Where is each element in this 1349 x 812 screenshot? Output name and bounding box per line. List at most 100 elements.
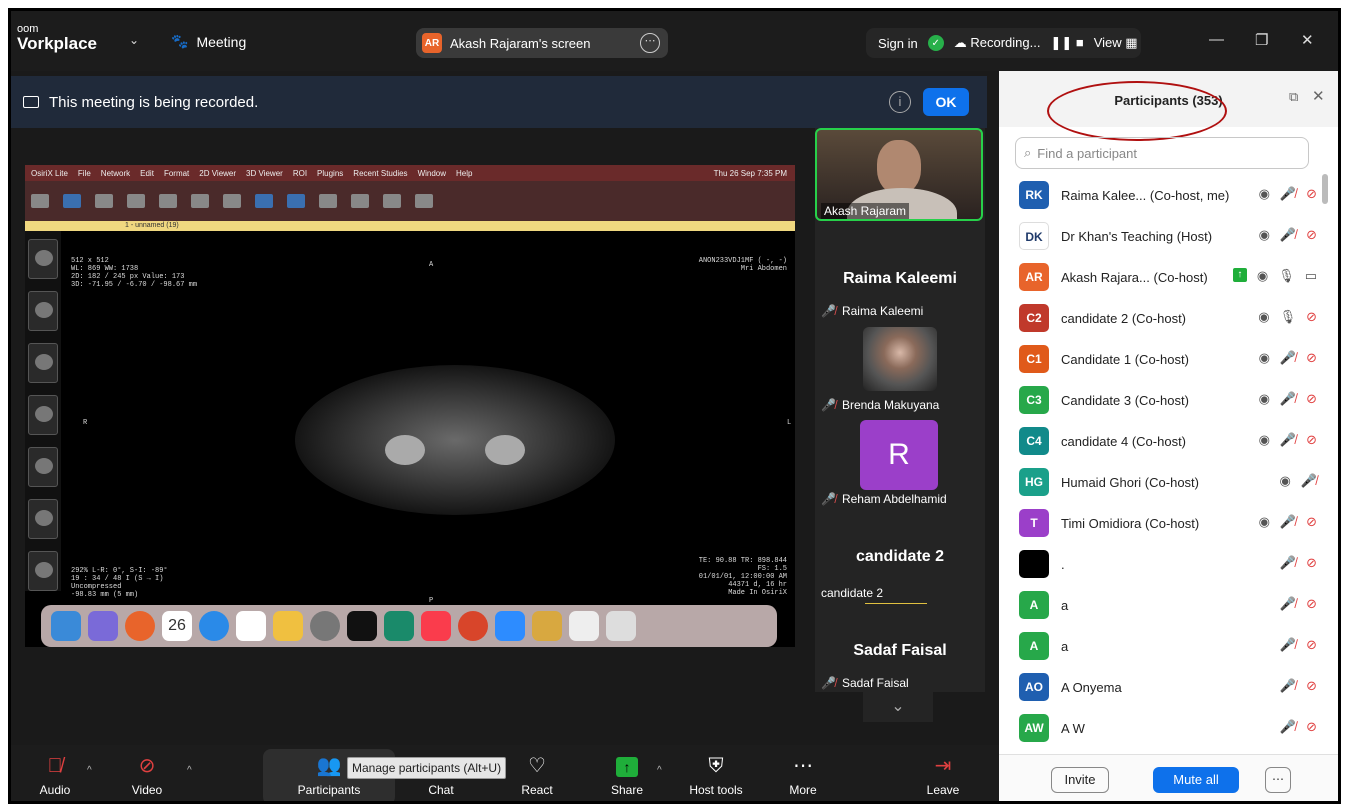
video-off-icon[interactable]: ⊘	[1306, 596, 1317, 612]
mic-muted-icon[interactable]: 🎤̸	[1280, 555, 1296, 571]
video-tile[interactable]: Akash Rajaram	[815, 128, 983, 221]
participant-name: A Onyema	[1061, 680, 1122, 695]
chat-button[interactable]: Chat	[421, 753, 461, 797]
participant-row[interactable]: C3 Candidate 3 (Co-host) ◉ 🎤̸ ⊘	[999, 379, 1329, 421]
toolbar-icon	[63, 194, 81, 208]
mute-all-button[interactable]: Mute all	[1153, 767, 1239, 793]
video-options-icon[interactable]: ^	[187, 765, 192, 776]
eye-icon[interactable]: ◉	[1259, 432, 1270, 448]
video-off-icon[interactable]: ⊘	[1306, 309, 1317, 325]
video-off-icon[interactable]: ⊘	[1306, 555, 1317, 571]
eye-icon[interactable]: ◉	[1259, 514, 1270, 530]
video-off-icon[interactable]: ⊘	[1306, 391, 1317, 407]
security-shield-icon[interactable]: ✓	[927, 35, 944, 51]
participant-row[interactable]: AW A W 🎤̸ ⊘	[999, 707, 1329, 749]
share-options-icon[interactable]: ^	[657, 765, 662, 776]
more-options-button[interactable]: ⋯	[1265, 767, 1291, 793]
participant-row[interactable]: AR Akash Rajara... (Co-host) ↑ ◉ 🎙 ▭	[999, 256, 1329, 298]
mic-muted-icon[interactable]: 🎤̸	[1280, 719, 1296, 735]
maximize-icon[interactable]: ❐	[1255, 31, 1268, 49]
notes-icon	[273, 611, 303, 641]
minimize-icon[interactable]: —	[1209, 31, 1224, 48]
gallery-scroll-down-icon[interactable]: ⌄	[863, 692, 933, 722]
video-off-icon[interactable]: ⊘	[1306, 678, 1317, 694]
video-off-icon[interactable]: ⊘	[1306, 719, 1317, 735]
react-button[interactable]: ♡ React	[515, 753, 559, 797]
mic-muted-icon[interactable]: 🎤̸	[1280, 227, 1296, 243]
participant-name: Candidate 3 (Co-host)	[1061, 393, 1189, 408]
participant-row[interactable]: C1 Candidate 1 (Co-host) ◉ 🎤̸ ⊘	[999, 338, 1329, 380]
host-tools-button[interactable]: ⛨ Host tools	[683, 753, 749, 797]
mic-icon[interactable]: 🎙	[1278, 268, 1295, 284]
video-off-icon[interactable]: ⊘	[1306, 350, 1317, 366]
mic-muted-icon[interactable]: 🎤̸	[1280, 678, 1296, 694]
recording-status[interactable]: ☁ Recording...	[954, 35, 1041, 51]
mic-icon[interactable]: 🎙	[1280, 309, 1297, 325]
view-button[interactable]: View ▦	[1094, 35, 1138, 51]
pop-out-icon[interactable]: ⧉	[1289, 89, 1298, 105]
chat-icon	[421, 753, 461, 779]
video-icon[interactable]: ▭	[1305, 268, 1317, 284]
chevron-down-icon[interactable]: ⌄	[129, 33, 139, 47]
eye-icon[interactable]: ◉	[1257, 268, 1268, 284]
leave-button[interactable]: ⇥ Leave	[923, 753, 963, 797]
video-off-icon[interactable]: ⊘	[1306, 227, 1317, 243]
participant-row[interactable]: Aa 🎤̸ ⊘	[999, 625, 1329, 667]
participant-row[interactable]: C4 candidate 4 (Co-host) ◉ 🎤̸ ⊘	[999, 420, 1329, 462]
video-off-icon[interactable]: ⊘	[1306, 514, 1317, 530]
participant-row[interactable]: HG Humaid Ghori (Co-host) ◉ 🎤̸	[999, 461, 1329, 503]
participant-row[interactable]: AO A Onyema 🎤̸ ⊘	[999, 666, 1329, 708]
participant-name: Raima Kalee... (Co-host, me)	[1061, 188, 1230, 203]
participant-status-icons: ◉ 🎤̸ ⊘	[1259, 514, 1317, 530]
meeting-menu-button[interactable]: 🐾 Meeting	[171, 33, 246, 50]
audio-options-icon[interactable]: ^	[87, 765, 92, 776]
eye-icon[interactable]: ◉	[1259, 350, 1270, 366]
participant-row[interactable]: T Timi Omidiora (Co-host) ◉ 🎤̸ ⊘	[999, 502, 1329, 544]
mic-muted-icon[interactable]: 🎤̸	[1280, 596, 1296, 612]
participant-row[interactable]: . 🎤̸ ⊘	[999, 543, 1329, 585]
participant-search-input[interactable]: ⌕ Find a participant	[1015, 137, 1309, 169]
mic-muted-icon[interactable]: 🎤̸	[1280, 637, 1296, 653]
video-button[interactable]: ⊘ Video	[125, 753, 169, 797]
pause-stop-recording-icon[interactable]: ❚❚ ■	[1050, 35, 1083, 51]
participant-name: Akash Rajara... (Co-host)	[1061, 270, 1208, 285]
freeform-icon	[236, 611, 266, 641]
mic-muted-icon[interactable]: 🎤̸	[1301, 473, 1317, 489]
more-button[interactable]: ⋯ More	[783, 753, 823, 797]
music-icon	[421, 611, 451, 641]
participant-name: candidate 2 (Co-host)	[1061, 311, 1187, 326]
eye-icon[interactable]: ◉	[1259, 227, 1270, 243]
eye-icon[interactable]: ◉	[1279, 473, 1290, 489]
participant-status-icons: 🎤̸ ⊘	[1280, 719, 1317, 735]
participant-row[interactable]: Aa 🎤̸ ⊘	[999, 584, 1329, 626]
video-off-icon[interactable]: ⊘	[1306, 432, 1317, 448]
sharing-icon[interactable]: ↑	[1232, 268, 1247, 282]
video-off-icon[interactable]: ⊘	[1306, 186, 1317, 202]
eye-icon[interactable]: ◉	[1258, 309, 1269, 325]
share-button[interactable]: ↑ Share	[607, 753, 647, 797]
close-panel-icon[interactable]: ✕	[1312, 87, 1325, 105]
participant-row[interactable]: C2 candidate 2 (Co-host) ◉ 🎙 ⊘	[999, 297, 1329, 339]
participant-row[interactable]: RK Raima Kalee... (Co-host, me) ◉ 🎤̸ ⊘	[999, 174, 1329, 216]
audio-button[interactable]: 🎙̸ Audio	[35, 753, 75, 797]
participant-row[interactable]: DK Dr Khan's Teaching (Host) ◉ 🎤̸ ⊘	[999, 215, 1329, 257]
mic-muted-icon[interactable]: 🎤̸	[1280, 432, 1296, 448]
screen-share-indicator[interactable]: AR Akash Rajaram's screen ⋯	[416, 28, 668, 58]
participant-tile-label: 🎤̸ Raima Kaleemi	[821, 304, 924, 318]
video-off-icon[interactable]: ⊘	[1306, 637, 1317, 653]
info-icon[interactable]: i	[889, 91, 911, 113]
more-options-icon[interactable]: ⋯	[640, 33, 660, 53]
image-info-bottom-right: TE: 90.88 TR: 898.844 FS: 1.5 01/01/01, …	[698, 557, 787, 597]
mic-muted-icon[interactable]: 🎤̸	[1280, 186, 1296, 202]
sign-in-link[interactable]: Sign in	[878, 36, 918, 51]
mic-muted-icon[interactable]: 🎤̸	[1280, 391, 1296, 407]
participant-name: Candidate 1 (Co-host)	[1061, 352, 1189, 367]
mic-muted-icon[interactable]: 🎤̸	[1280, 350, 1296, 366]
ok-button[interactable]: OK	[923, 88, 969, 116]
close-icon[interactable]: ✕	[1301, 31, 1314, 49]
mic-muted-icon[interactable]: 🎤̸	[1280, 514, 1296, 530]
osirix-icon	[384, 611, 414, 641]
invite-button[interactable]: Invite	[1051, 767, 1109, 793]
eye-icon[interactable]: ◉	[1259, 391, 1270, 407]
eye-icon[interactable]: ◉	[1259, 186, 1270, 202]
